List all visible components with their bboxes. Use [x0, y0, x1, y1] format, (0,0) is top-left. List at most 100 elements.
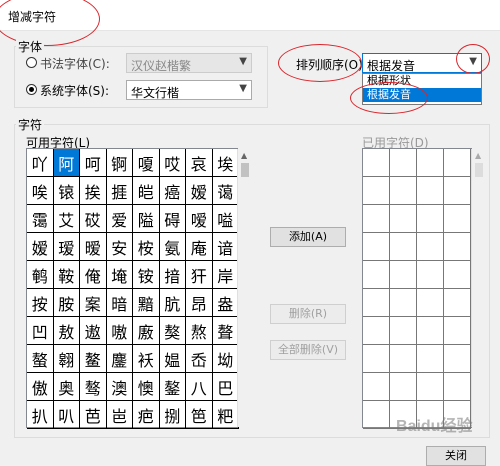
char-cell[interactable]: 媪 — [159, 345, 186, 373]
char-cell[interactable]: 氨 — [159, 233, 186, 261]
char-cell[interactable]: 哀 — [186, 149, 213, 177]
char-cell[interactable]: 嫒 — [27, 233, 54, 261]
char-cell[interactable]: 螯 — [27, 345, 54, 373]
available-chars-scrollbar[interactable]: ▲ — [237, 149, 252, 427]
used-char-cell[interactable] — [363, 233, 390, 261]
sort-option-pronunciation[interactable]: 根据发音 — [363, 88, 481, 102]
char-cell[interactable]: 鏊 — [159, 373, 186, 401]
used-char-cell[interactable] — [417, 205, 444, 233]
scrollbar-thumb[interactable] — [241, 163, 249, 177]
char-cell[interactable]: 巴 — [212, 373, 239, 401]
char-cell[interactable]: 唉 — [27, 177, 54, 205]
used-char-cell[interactable] — [390, 177, 417, 205]
char-cell[interactable]: 笆 — [186, 401, 213, 429]
char-cell[interactable]: 呵 — [80, 149, 107, 177]
scroll-up-icon[interactable]: ▲ — [475, 151, 481, 160]
used-char-cell[interactable] — [363, 373, 390, 401]
char-cell[interactable]: 岜 — [106, 401, 133, 429]
available-chars-grid[interactable]: 吖阿呵锕嗄哎哀埃唉锿挨捱皑癌嫒蔼霭艾砹爱隘碍嗳嗌嫒瑷暧安桉氨庵谙鹌鞍俺埯铵揞犴岸… — [26, 148, 239, 429]
char-cell[interactable]: 黯 — [133, 289, 160, 317]
used-char-cell[interactable] — [444, 233, 471, 261]
char-cell[interactable]: 遨 — [80, 317, 107, 345]
char-cell[interactable]: 骜 — [80, 373, 107, 401]
char-cell[interactable]: 廒 — [133, 317, 160, 345]
char-cell[interactable]: 癌 — [159, 177, 186, 205]
char-cell[interactable]: 吖 — [27, 149, 54, 177]
char-cell[interactable]: 傲 — [27, 373, 54, 401]
char-cell[interactable]: 熬 — [186, 317, 213, 345]
used-char-cell[interactable] — [390, 289, 417, 317]
used-char-cell[interactable] — [417, 345, 444, 373]
system-font-radio[interactable] — [26, 84, 37, 95]
used-char-cell[interactable] — [444, 205, 471, 233]
char-cell[interactable]: 鞍 — [53, 261, 80, 289]
char-cell[interactable]: 锿 — [53, 177, 80, 205]
char-cell[interactable]: 昂 — [186, 289, 213, 317]
used-char-cell[interactable] — [363, 345, 390, 373]
char-cell[interactable]: 谙 — [212, 233, 239, 261]
char-cell[interactable]: 犴 — [186, 261, 213, 289]
used-char-cell[interactable] — [363, 149, 390, 177]
char-cell[interactable]: 澳 — [106, 373, 133, 401]
char-cell[interactable]: 砹 — [80, 205, 107, 233]
char-cell[interactable]: 坳 — [212, 345, 239, 373]
char-cell[interactable]: 挨 — [80, 177, 107, 205]
char-cell[interactable]: 獒 — [159, 317, 186, 345]
used-char-cell[interactable] — [417, 149, 444, 177]
char-cell[interactable]: 岸 — [212, 261, 239, 289]
char-cell[interactable]: 隘 — [133, 205, 160, 233]
char-cell[interactable]: 捱 — [106, 177, 133, 205]
char-cell[interactable]: 暧 — [80, 233, 107, 261]
char-cell[interactable]: 敖 — [53, 317, 80, 345]
char-cell[interactable]: 桉 — [133, 233, 160, 261]
system-font-select[interactable]: 华文行楷 ▼ — [126, 80, 252, 100]
sort-option-shape[interactable]: 根据形状 — [363, 74, 481, 88]
char-cell[interactable]: 阿 — [53, 149, 80, 177]
char-cell[interactable]: 八 — [186, 373, 213, 401]
char-cell[interactable]: 瑷 — [53, 233, 80, 261]
used-char-cell[interactable] — [363, 177, 390, 205]
used-char-cell[interactable] — [390, 205, 417, 233]
char-cell[interactable]: 盎 — [212, 289, 239, 317]
char-cell[interactable]: 袄 — [133, 345, 160, 373]
char-cell[interactable]: 嫒 — [186, 177, 213, 205]
char-cell[interactable]: 捌 — [159, 401, 186, 429]
char-cell[interactable]: 庵 — [186, 233, 213, 261]
sort-order-select[interactable]: 根据发音 ▼ — [362, 53, 482, 73]
used-char-cell[interactable] — [363, 317, 390, 345]
used-char-cell[interactable] — [444, 317, 471, 345]
used-char-cell[interactable] — [444, 345, 471, 373]
used-char-cell[interactable] — [444, 261, 471, 289]
char-cell[interactable]: 岙 — [186, 345, 213, 373]
char-cell[interactable]: 鏖 — [106, 345, 133, 373]
used-char-cell[interactable] — [363, 205, 390, 233]
char-cell[interactable]: 铵 — [133, 261, 160, 289]
scrollbar-thumb[interactable] — [475, 163, 483, 177]
used-chars-scrollbar[interactable]: ▲ — [471, 149, 486, 427]
char-cell[interactable]: 鳌 — [80, 345, 107, 373]
char-cell[interactable]: 粑 — [212, 401, 239, 429]
char-cell[interactable]: 凹 — [27, 317, 54, 345]
char-cell[interactable]: 安 — [106, 233, 133, 261]
used-char-cell[interactable] — [444, 373, 471, 401]
char-cell[interactable]: 蔼 — [212, 177, 239, 205]
char-cell[interactable]: 翱 — [53, 345, 80, 373]
used-char-cell[interactable] — [363, 261, 390, 289]
used-chars-grid[interactable] — [362, 148, 472, 429]
used-char-cell[interactable] — [390, 373, 417, 401]
char-cell[interactable]: 叭 — [53, 401, 80, 429]
char-cell[interactable]: 按 — [27, 289, 54, 317]
char-cell[interactable]: 鹌 — [27, 261, 54, 289]
used-char-cell[interactable] — [417, 177, 444, 205]
char-cell[interactable]: 埯 — [106, 261, 133, 289]
char-cell[interactable]: 锕 — [106, 149, 133, 177]
used-char-cell[interactable] — [444, 177, 471, 205]
char-cell[interactable]: 肮 — [159, 289, 186, 317]
used-char-cell[interactable] — [390, 149, 417, 177]
used-char-cell[interactable] — [390, 345, 417, 373]
delete-all-button[interactable]: 全部删除(V) — [270, 340, 346, 360]
char-cell[interactable]: 霭 — [27, 205, 54, 233]
used-char-cell[interactable] — [390, 233, 417, 261]
char-cell[interactable]: 嗌 — [212, 205, 239, 233]
used-char-cell[interactable] — [363, 401, 390, 429]
